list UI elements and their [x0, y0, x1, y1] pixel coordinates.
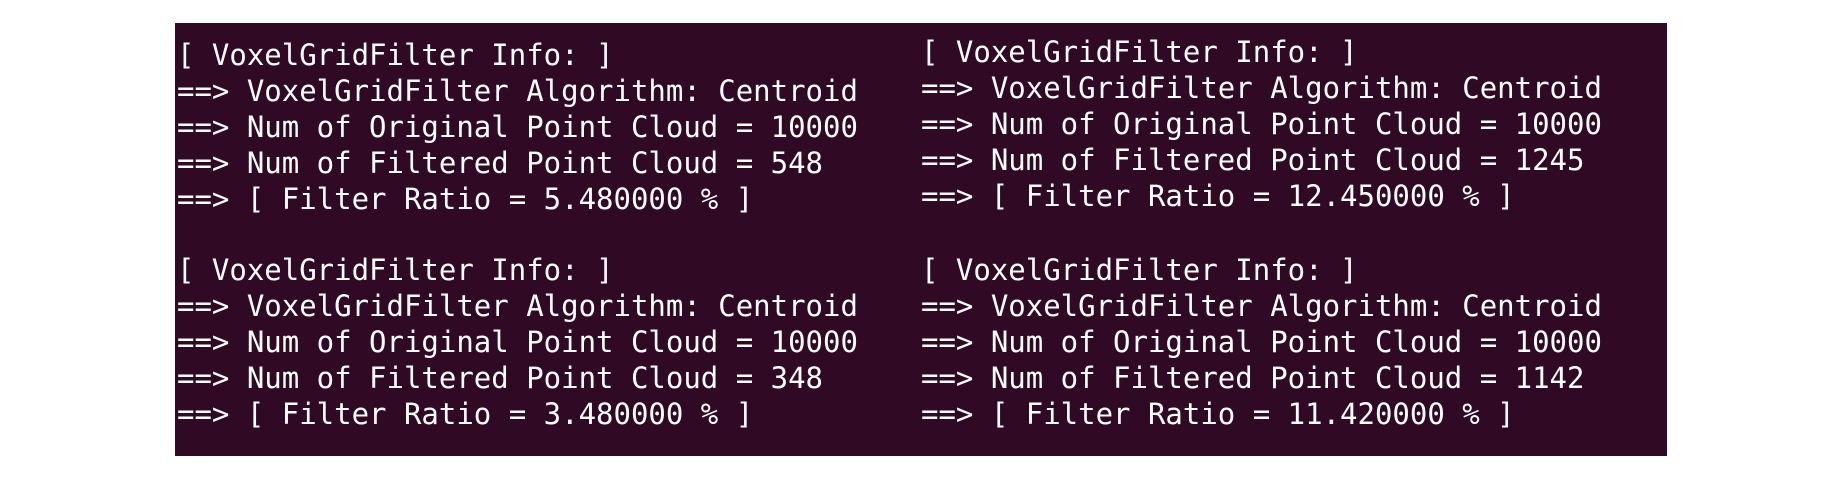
info-header-line: [ VoxelGridFilter Info: ]	[177, 38, 614, 72]
voxel-filter-output-block: [ VoxelGridFilter Info: ] ==> VoxelGridF…	[921, 34, 1661, 214]
filter-ratio-line: ==> [ Filter Ratio = 3.480000 % ]	[177, 397, 754, 431]
filtered-count-line: ==> Num of Filtered Point Cloud = 548	[177, 146, 824, 180]
filter-ratio-line: ==> [ Filter Ratio = 11.420000 % ]	[921, 397, 1515, 431]
info-header-line: [ VoxelGridFilter Info: ]	[177, 253, 614, 287]
info-header-line: [ VoxelGridFilter Info: ]	[921, 253, 1358, 287]
filter-ratio-line: ==> [ Filter Ratio = 5.480000 % ]	[177, 182, 754, 216]
filtered-count-line: ==> Num of Filtered Point Cloud = 1245	[921, 143, 1585, 177]
voxel-filter-output-block: [ VoxelGridFilter Info: ] ==> VoxelGridF…	[921, 252, 1661, 432]
voxel-filter-output-block: [ VoxelGridFilter Info: ] ==> VoxelGridF…	[177, 37, 917, 217]
algorithm-line: ==> VoxelGridFilter Algorithm: Centroid	[177, 74, 858, 108]
terminal-window[interactable]: [ VoxelGridFilter Info: ] ==> VoxelGridF…	[175, 23, 1667, 456]
info-header-line: [ VoxelGridFilter Info: ]	[921, 35, 1358, 69]
filter-ratio-line: ==> [ Filter Ratio = 12.450000 % ]	[921, 179, 1515, 213]
original-count-line: ==> Num of Original Point Cloud = 10000	[921, 325, 1602, 359]
original-count-line: ==> Num of Original Point Cloud = 10000	[921, 107, 1602, 141]
algorithm-line: ==> VoxelGridFilter Algorithm: Centroid	[177, 289, 858, 323]
filtered-count-line: ==> Num of Filtered Point Cloud = 1142	[921, 361, 1585, 395]
original-count-line: ==> Num of Original Point Cloud = 10000	[177, 110, 858, 144]
algorithm-line: ==> VoxelGridFilter Algorithm: Centroid	[921, 71, 1602, 105]
original-count-line: ==> Num of Original Point Cloud = 10000	[177, 325, 858, 359]
algorithm-line: ==> VoxelGridFilter Algorithm: Centroid	[921, 289, 1602, 323]
filtered-count-line: ==> Num of Filtered Point Cloud = 348	[177, 361, 824, 395]
voxel-filter-output-block: [ VoxelGridFilter Info: ] ==> VoxelGridF…	[177, 252, 917, 432]
